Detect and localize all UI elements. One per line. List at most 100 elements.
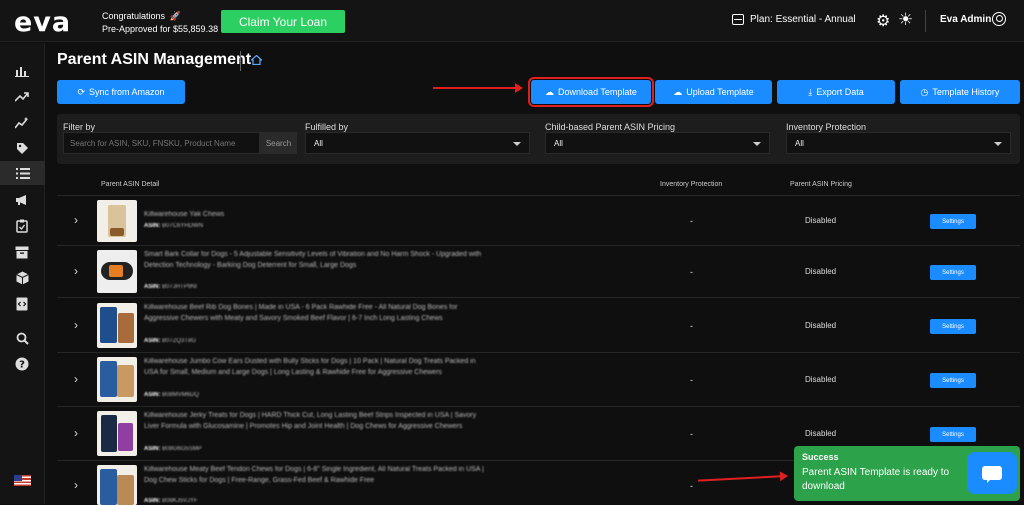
settings-button[interactable]: Settings	[930, 373, 976, 388]
search-button[interactable]: Search	[260, 132, 297, 154]
table-row[interactable]: › Killwarehouse Beef Rib Dog Bones | Mad…	[57, 297, 1020, 352]
top-bar: eva Congratulations 🚀 Pre-Approved for $…	[0, 0, 1024, 42]
user-avatar-icon[interactable]	[992, 12, 1006, 26]
pre-approved-amount: Pre-Approved for $55,859.38	[102, 24, 219, 34]
page-title: Parent ASIN Management	[57, 51, 252, 68]
table-header: Parent ASIN Detail Inventory Protection …	[57, 175, 1020, 195]
table-row[interactable]: › Killwarehouse Jumbo Cow Ears Dusted wi…	[57, 352, 1020, 406]
settings-button[interactable]: Settings	[930, 319, 976, 334]
product-asin: B07ZQ3T8G	[162, 338, 197, 344]
chevron-down-icon	[753, 142, 761, 146]
product-thumbnail	[97, 303, 137, 348]
megaphone-icon[interactable]	[12, 190, 32, 210]
gear-icon[interactable]: ⚙	[876, 11, 890, 31]
table-row[interactable]: › Killwarehouse Yak Chews ASIN: B07C6YHD…	[57, 195, 1020, 245]
template-history-label: Template History	[932, 87, 1000, 97]
fulfilled-by-value: All	[314, 139, 323, 148]
template-history-button[interactable]: ◷ Template History	[900, 80, 1020, 104]
expand-chevron-icon[interactable]: ›	[74, 478, 78, 492]
search-icon[interactable]	[12, 328, 32, 348]
inventory-protection-value: -	[690, 481, 693, 491]
claim-loan-button[interactable]: Claim Your Loan	[221, 10, 345, 33]
col-inventory-protection: Inventory Protection	[660, 181, 723, 188]
expand-chevron-icon[interactable]: ›	[74, 318, 78, 332]
sync-icon: ⟳	[77, 86, 85, 97]
product-asin: B08G6G5SMP	[162, 446, 202, 452]
archive-icon[interactable]	[12, 242, 32, 262]
header-divider	[925, 10, 926, 32]
sync-amazon-button[interactable]: ⟳ Sync from Amazon	[57, 80, 185, 104]
product-asin: B07C6YHDWN	[162, 223, 204, 229]
expand-chevron-icon[interactable]: ›	[74, 213, 78, 227]
pricing-filter-select[interactable]: All	[545, 132, 770, 154]
export-data-label: Export Data	[816, 87, 864, 97]
user-name[interactable]: Eva Admin	[940, 14, 991, 25]
col-parent-asin-pricing: Parent ASIN Pricing	[790, 181, 852, 188]
inventory-protection-value: -	[690, 321, 693, 331]
upload-template-label: Upload Template	[686, 87, 754, 97]
us-flag-icon[interactable]	[14, 475, 31, 486]
list-icon[interactable]	[0, 161, 45, 185]
code-file-icon[interactable]	[12, 294, 32, 314]
download-template-label: Download Template	[558, 87, 637, 97]
upload-template-button[interactable]: ☁ Upload Template	[655, 80, 772, 104]
download-template-button[interactable]: ☁ Download Template	[528, 77, 654, 107]
product-title: Killwarehouse Jumbo Cow Ears Dusted with…	[144, 358, 476, 376]
product-thumbnail	[97, 465, 137, 505]
download-icon: ⤓	[808, 86, 813, 97]
chat-support-button[interactable]	[967, 452, 1017, 494]
toast-message: Parent ASIN Template is ready to downloa…	[802, 467, 950, 492]
product-thumbnail	[97, 357, 137, 402]
pricing-status: Disabled	[805, 216, 837, 225]
cloud-download-icon: ☁	[545, 86, 555, 97]
expand-chevron-icon[interactable]: ›	[74, 372, 78, 386]
product-title: Smart Bark Collar for Dogs - 5 Adjustabl…	[144, 251, 482, 269]
product-title: Killwarehouse Meaty Beef Tendon Chews fo…	[144, 466, 484, 484]
chevron-down-icon	[994, 142, 1002, 146]
plan-label: Plan: Essential - Annual	[750, 14, 856, 25]
product-asin: B08KJ5VJYF	[162, 498, 198, 504]
sun-icon[interactable]: ☀	[898, 10, 913, 30]
pricing-filter-value: All	[554, 139, 563, 148]
settings-button[interactable]: Settings	[930, 214, 976, 229]
settings-button[interactable]: Settings	[930, 265, 976, 280]
export-data-button[interactable]: ⤓ Export Data	[777, 80, 895, 104]
toast-title: Success	[802, 452, 839, 462]
settings-button[interactable]: Settings	[930, 427, 976, 442]
annotation-arrow-download	[433, 83, 523, 93]
eva-logo[interactable]: eva	[14, 7, 71, 38]
product-asin: B08MVM6DQ	[162, 392, 200, 398]
tag-icon[interactable]	[12, 138, 32, 158]
product-title: Killwarehouse Beef Rib Dog Bones | Made …	[144, 304, 458, 322]
pricing-status: Disabled	[805, 321, 837, 330]
bar-chart-icon[interactable]	[12, 61, 32, 81]
protection-filter-select[interactable]: All	[786, 132, 1011, 154]
home-icon[interactable]	[249, 54, 264, 68]
sparkle-chart-icon[interactable]	[12, 113, 32, 133]
inventory-protection-value: -	[690, 267, 693, 277]
pricing-status: Disabled	[805, 267, 837, 276]
pricing-status: Disabled	[805, 429, 837, 438]
protection-filter-label: Inventory Protection	[786, 122, 867, 132]
table-row[interactable]: › Smart Bark Collar for Dogs - 5 Adjusta…	[57, 245, 1020, 297]
cloud-upload-icon: ☁	[673, 86, 683, 97]
chat-bubble-icon	[982, 466, 1002, 483]
expand-chevron-icon[interactable]: ›	[74, 264, 78, 278]
product-thumbnail	[97, 411, 137, 456]
sidebar: ?	[0, 43, 45, 504]
col-parent-asin-detail: Parent ASIN Detail	[101, 181, 160, 188]
search-input[interactable]	[63, 132, 260, 154]
clipboard-icon[interactable]	[12, 216, 32, 236]
title-divider	[240, 51, 241, 71]
fulfilled-by-select[interactable]: All	[305, 132, 530, 154]
pricing-filter-label: Child-based Parent ASIN Pricing	[545, 122, 676, 132]
chevron-down-icon	[513, 142, 521, 146]
trend-up-icon[interactable]	[12, 87, 32, 107]
box-icon[interactable]	[12, 268, 32, 288]
help-icon[interactable]: ?	[12, 354, 32, 374]
expand-chevron-icon[interactable]: ›	[74, 426, 78, 440]
product-thumbnail	[97, 200, 137, 242]
plan-indicator[interactable]: Plan: Essential - Annual	[732, 14, 856, 25]
product-thumbnail	[97, 250, 137, 293]
inventory-protection-value: -	[690, 375, 693, 385]
